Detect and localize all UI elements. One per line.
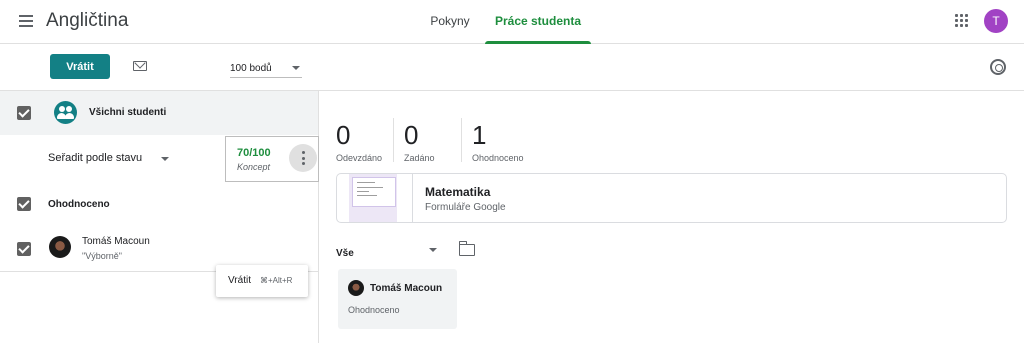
more-vert-icon[interactable] [289, 144, 317, 172]
tab-student-work[interactable]: Práce studenta [485, 0, 591, 44]
student-comment: "Výborně" [82, 251, 122, 261]
graded-group-checkbox[interactable] [17, 197, 31, 211]
stat-value: 1 [472, 120, 487, 150]
graded-group-label: Ohodnoceno [48, 199, 110, 210]
stat-label: Ohodnoceno [472, 153, 524, 163]
grade-score: 70/100 [237, 147, 271, 159]
card-divider [412, 174, 413, 222]
stat-value: 0 [404, 120, 419, 150]
student-checkbox[interactable] [17, 242, 31, 256]
chevron-down-icon [161, 157, 169, 161]
hamburger-icon[interactable] [16, 12, 36, 32]
all-students-row[interactable]: Všichni studenti [0, 91, 318, 135]
assignment-subtitle: Formuláře Google [425, 202, 506, 213]
student-list-panel: Všichni studenti Seřadit podle stavu Oho… [0, 91, 319, 343]
stat-assigned: 0 Zadáno [404, 120, 435, 163]
filter-value: Vše [336, 248, 354, 259]
apps-grid-icon[interactable] [955, 14, 969, 28]
student-name: Tomáš Macoun [82, 236, 150, 247]
stat-value: 0 [336, 120, 351, 150]
top-app-bar: Angličtina Pokyny Práce studenta T [0, 0, 1024, 44]
assignment-attachment-card[interactable]: Matematika Formuláře Google [336, 173, 1007, 223]
chevron-down-icon [292, 66, 300, 70]
class-title[interactable]: Angličtina [46, 10, 128, 32]
grade-status: Koncept [237, 162, 271, 172]
points-value: 100 bodů [230, 63, 272, 74]
tab-student-work-label: Práce studenta [494, 14, 582, 28]
student-avatar [348, 280, 364, 296]
assignment-title: Matematika [425, 185, 491, 199]
gear-icon[interactable] [990, 59, 1006, 75]
menu-item-return[interactable]: Vrátit ⌘+Alt+R [216, 265, 308, 297]
stat-label: Odevzdáno [336, 153, 383, 163]
stat-turned-in: 0 Odevzdáno [336, 120, 382, 163]
student-avatar [49, 236, 71, 258]
student-card-name: Tomáš Macoun [370, 283, 443, 294]
form-thumbnail [349, 174, 397, 222]
menu-item-shortcut: ⌘+Alt+R [260, 276, 293, 285]
filter-select[interactable]: Vše [336, 243, 440, 259]
grading-toolbar: Vrátit 100 bodů [0, 44, 1024, 91]
menu-item-label: Vrátit [228, 275, 251, 286]
stat-label: Zadáno [404, 153, 435, 163]
sort-label: Seřadit podle stavu [48, 152, 143, 164]
all-students-checkbox[interactable] [17, 106, 31, 120]
return-button[interactable]: Vrátit [50, 54, 110, 79]
group-icon [54, 101, 77, 124]
graded-group-row[interactable]: Ohodnoceno [0, 187, 318, 221]
tab-instructions[interactable]: Pokyny [420, 0, 480, 44]
stat-divider [393, 118, 394, 162]
stat-graded: 1 Ohodnoceno [472, 120, 524, 163]
points-select[interactable]: 100 bodů [230, 58, 302, 78]
student-work-card[interactable]: Tomáš Macoun Ohodnoceno [338, 269, 457, 329]
mail-icon[interactable] [133, 61, 147, 71]
folder-icon[interactable] [458, 241, 475, 256]
account-avatar[interactable]: T [984, 9, 1008, 33]
sort-select[interactable]: Seřadit podle stavu [48, 152, 169, 164]
stat-divider [461, 118, 462, 162]
all-students-label: Všichni studenti [89, 107, 167, 118]
context-menu: Vrátit ⌘+Alt+R [216, 265, 308, 297]
student-card-status: Ohodnoceno [348, 305, 400, 315]
chevron-down-icon [429, 248, 437, 252]
